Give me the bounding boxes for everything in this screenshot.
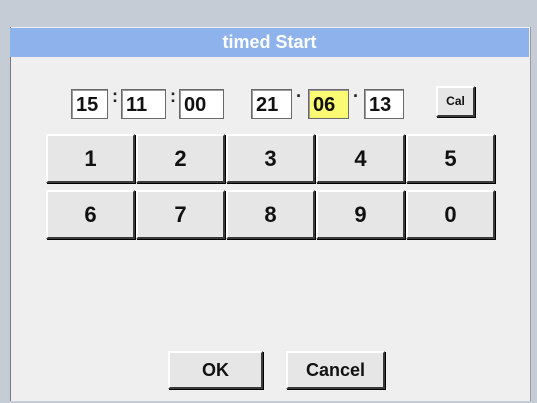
time-separator: :	[112, 86, 118, 106]
key-9[interactable]: 9	[316, 190, 405, 239]
key-8[interactable]: 8	[226, 190, 315, 239]
date-separator: ·	[353, 86, 359, 106]
key-3[interactable]: 3	[226, 134, 315, 183]
date-separator: ·	[296, 86, 302, 106]
dialog-title: timed Start	[10, 28, 529, 57]
cancel-button[interactable]: Cancel	[286, 351, 385, 389]
key-5[interactable]: 5	[406, 134, 495, 183]
ok-button[interactable]: OK	[168, 351, 263, 389]
minutes-field[interactable]: 11	[121, 89, 166, 119]
time-separator: :	[170, 86, 176, 106]
key-2[interactable]: 2	[136, 134, 225, 183]
day-field[interactable]: 21	[251, 89, 292, 119]
key-0[interactable]: 0	[406, 190, 495, 239]
year-field[interactable]: 13	[364, 89, 404, 119]
key-6[interactable]: 6	[46, 190, 135, 239]
key-7[interactable]: 7	[136, 190, 225, 239]
calendar-button[interactable]: Cal	[436, 86, 475, 117]
seconds-field[interactable]: 00	[179, 89, 224, 119]
hours-field[interactable]: 15	[71, 89, 108, 119]
month-field[interactable]: 06	[308, 89, 349, 119]
key-4[interactable]: 4	[316, 134, 405, 183]
key-1[interactable]: 1	[46, 134, 135, 183]
